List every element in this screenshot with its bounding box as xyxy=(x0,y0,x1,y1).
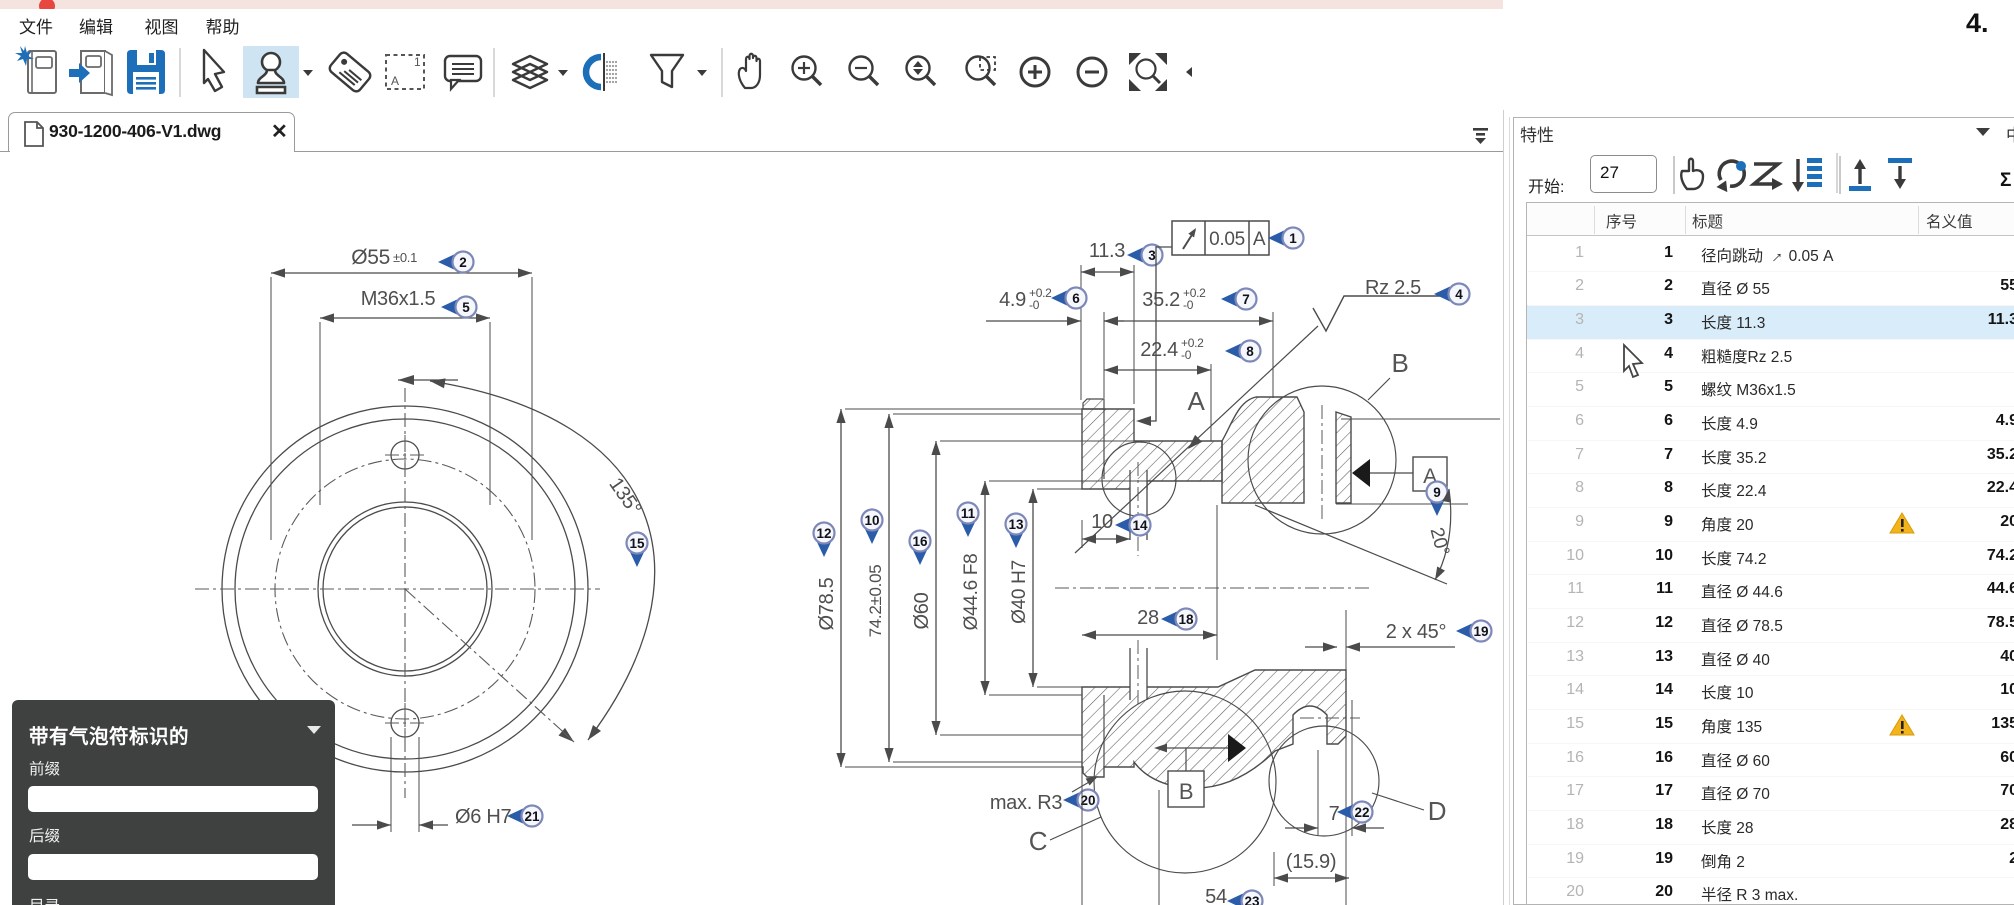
svg-text:10: 10 xyxy=(1091,511,1113,533)
svg-text:18: 18 xyxy=(1178,612,1194,627)
svg-text:A: A xyxy=(1253,229,1266,250)
svg-text:A: A xyxy=(1187,386,1205,416)
svg-text:Rz 2.5: Rz 2.5 xyxy=(1365,277,1421,299)
svg-text:7: 7 xyxy=(1242,292,1250,307)
svg-text:-0: -0 xyxy=(1183,298,1194,312)
svg-text:Ø6 H7: Ø6 H7 xyxy=(455,806,511,828)
svg-text:54: 54 xyxy=(1205,886,1227,905)
svg-text:±0.1: ±0.1 xyxy=(393,250,417,265)
svg-text:16: 16 xyxy=(912,534,928,549)
svg-text:28: 28 xyxy=(1137,607,1159,629)
svg-text:D: D xyxy=(1428,796,1446,826)
svg-text:14: 14 xyxy=(1132,518,1148,533)
svg-text:Ø40 H7: Ø40 H7 xyxy=(1009,560,1030,624)
svg-text:-0: -0 xyxy=(1029,298,1040,312)
svg-text:74.2±0.05: 74.2±0.05 xyxy=(866,565,885,638)
svg-text:max. R3: max. R3 xyxy=(990,792,1063,814)
svg-text:C: C xyxy=(1029,826,1047,856)
svg-text:Ø44.6 F8: Ø44.6 F8 xyxy=(961,554,982,631)
svg-text:B: B xyxy=(1179,779,1193,804)
svg-text:0.05: 0.05 xyxy=(1209,229,1245,250)
svg-text:21: 21 xyxy=(524,809,540,824)
svg-text:10: 10 xyxy=(864,513,879,528)
svg-text:9: 9 xyxy=(1433,485,1441,500)
svg-text:Ø60: Ø60 xyxy=(911,592,933,629)
svg-text:2 x 45°: 2 x 45° xyxy=(1386,621,1446,643)
svg-text:5: 5 xyxy=(462,300,470,315)
svg-text:6: 6 xyxy=(1072,291,1080,306)
svg-text:1: 1 xyxy=(1289,231,1297,246)
svg-text:13: 13 xyxy=(1008,517,1024,532)
svg-text:4.9: 4.9 xyxy=(999,289,1026,311)
svg-text:135°: 135° xyxy=(604,474,645,520)
svg-text:2: 2 xyxy=(459,255,467,270)
svg-text:20°: 20° xyxy=(1426,525,1453,557)
svg-text:20: 20 xyxy=(1080,793,1095,808)
svg-text:12: 12 xyxy=(816,526,831,541)
svg-text:35.2: 35.2 xyxy=(1142,289,1180,311)
svg-text:11: 11 xyxy=(961,506,976,521)
svg-text:23: 23 xyxy=(1244,894,1260,905)
svg-text:11.3: 11.3 xyxy=(1089,240,1125,262)
svg-text:B: B xyxy=(1391,348,1408,378)
svg-text:4: 4 xyxy=(1455,287,1463,302)
svg-text:1: 1 xyxy=(414,55,421,69)
svg-text:-0: -0 xyxy=(1181,348,1192,362)
svg-text:22: 22 xyxy=(1354,805,1369,820)
svg-text:22.4: 22.4 xyxy=(1140,339,1178,361)
svg-text:Ø78.5: Ø78.5 xyxy=(816,577,838,630)
svg-text:8: 8 xyxy=(1246,344,1254,359)
svg-text:Ø55: Ø55 xyxy=(351,246,390,269)
svg-text:(15.9): (15.9) xyxy=(1286,851,1336,873)
svg-text:M36x1.5: M36x1.5 xyxy=(361,288,436,310)
svg-text:A: A xyxy=(391,74,399,88)
svg-text:3: 3 xyxy=(1148,248,1156,263)
svg-text:19: 19 xyxy=(1473,624,1488,639)
svg-text:7: 7 xyxy=(1329,803,1340,825)
svg-text:15: 15 xyxy=(629,536,645,551)
